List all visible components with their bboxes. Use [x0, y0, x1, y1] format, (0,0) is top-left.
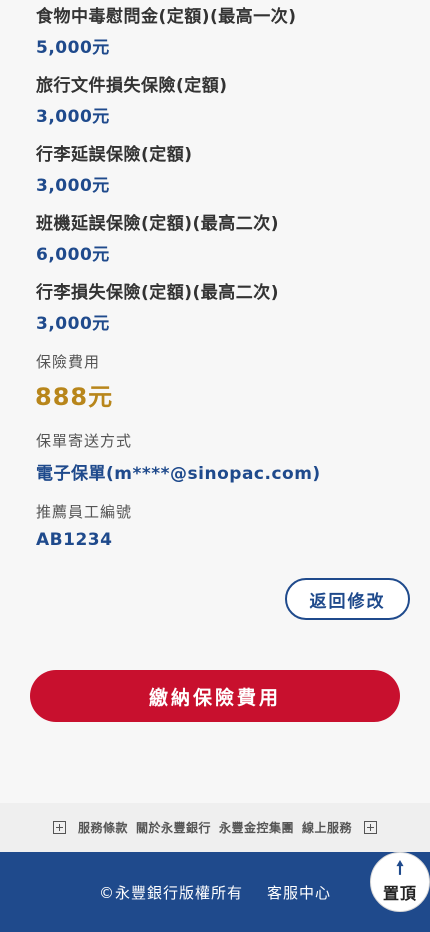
footer-links-bar: 服務條款 關於永豐銀行 永豐金控集團 線上服務 — [0, 803, 430, 852]
scroll-top-button[interactable]: 🠕 置頂 — [370, 852, 430, 912]
back-edit-button[interactable]: 返回修改 — [285, 578, 410, 620]
footer-link-about[interactable]: 關於永豐銀行 — [136, 819, 211, 836]
plus-box-icon[interactable] — [52, 821, 66, 834]
copyright-text: ©永豐銀行版權所有 — [98, 883, 243, 902]
fee-value: 888元 — [35, 383, 114, 411]
footer-link-online[interactable]: 線上服務 — [302, 819, 352, 836]
plus-box-icon[interactable] — [364, 821, 378, 834]
pay-premium-button[interactable]: 繳納保險費用 — [30, 670, 400, 722]
coverage-title: 旅行文件損失保險(定額) — [36, 76, 228, 96]
coverage-title: 行李損失保險(定額)(最高二次) — [36, 283, 280, 303]
referrer-label: 推薦員工編號 — [36, 503, 133, 521]
coverage-title: 行李延誤保險(定額) — [36, 145, 193, 165]
footer-link-group[interactable]: 永豐金控集團 — [219, 819, 294, 836]
referrer-value: AB1234 — [36, 530, 113, 550]
coverage-value: 5,000元 — [36, 38, 110, 58]
coverage-value: 3,000元 — [36, 107, 110, 127]
customer-service-link[interactable]: 客服中心 — [267, 882, 331, 903]
coverage-title: 班機延誤保險(定額)(最高二次) — [36, 214, 280, 234]
coverage-title: 食物中毒慰問金(定額)(最高一次) — [36, 7, 297, 27]
coverage-value: 6,000元 — [36, 245, 110, 265]
coverage-value: 3,000元 — [36, 176, 110, 196]
delivery-label: 保單寄送方式 — [36, 432, 133, 450]
delivery-value: 電子保單(m****@sinopac.com) — [36, 464, 321, 484]
arrow-up-icon: 🠕 — [396, 858, 404, 879]
scroll-top-label: 置頂 — [382, 884, 417, 903]
footer-link-terms[interactable]: 服務條款 — [78, 819, 128, 836]
site-footer: ©永豐銀行版權所有 客服中心 — [0, 852, 430, 932]
fee-label: 保險費用 — [36, 353, 101, 371]
coverage-value: 3,000元 — [36, 314, 110, 334]
